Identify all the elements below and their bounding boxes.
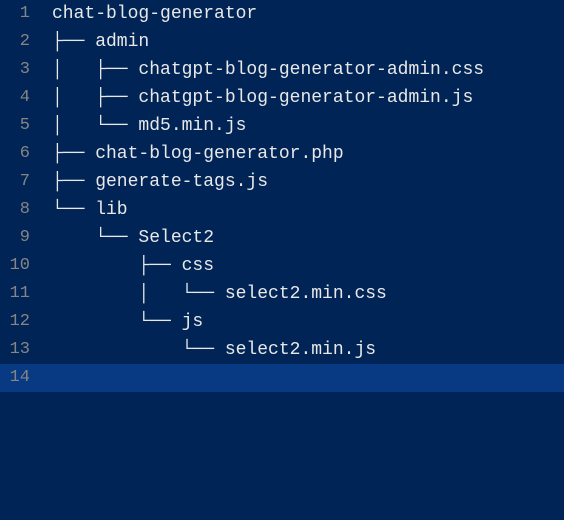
line-number: 7 <box>0 168 40 196</box>
code-line[interactable]: 11 │ └── select2.min.css <box>0 280 564 308</box>
line-number: 6 <box>0 140 40 168</box>
line-content: └── lib <box>40 196 128 224</box>
line-content: ├── admin <box>40 28 149 56</box>
line-number: 11 <box>0 280 40 308</box>
line-content: chat-blog-generator <box>40 0 257 28</box>
code-line[interactable]: 4 │ ├── chatgpt-blog-generator-admin.js <box>0 84 564 112</box>
code-editor[interactable]: 1 chat-blog-generator 2 ├── admin 3 │ ├─… <box>0 0 564 520</box>
line-content: │ ├── chatgpt-blog-generator-admin.css <box>40 56 484 84</box>
line-number: 13 <box>0 336 40 364</box>
line-content: ├── generate-tags.js <box>40 168 268 196</box>
code-line[interactable]: 6 ├── chat-blog-generator.php <box>0 140 564 168</box>
line-number: 2 <box>0 28 40 56</box>
code-line[interactable]: 7 ├── generate-tags.js <box>0 168 564 196</box>
line-content: └── js <box>40 308 203 336</box>
code-line[interactable]: 8 └── lib <box>0 196 564 224</box>
line-content: ├── chat-blog-generator.php <box>40 140 344 168</box>
code-line[interactable]: 13 └── select2.min.js <box>0 336 564 364</box>
code-line[interactable]: 1 chat-blog-generator <box>0 0 564 28</box>
line-content: └── Select2 <box>40 224 214 252</box>
line-number: 8 <box>0 196 40 224</box>
code-line[interactable]: 12 └── js <box>0 308 564 336</box>
code-line[interactable]: 10 ├── css <box>0 252 564 280</box>
line-number: 10 <box>0 252 40 280</box>
line-number: 1 <box>0 0 40 28</box>
line-number: 14 <box>0 364 40 392</box>
code-line[interactable]: 2 ├── admin <box>0 28 564 56</box>
line-content: │ └── select2.min.css <box>40 280 387 308</box>
line-number: 9 <box>0 224 40 252</box>
line-number: 5 <box>0 112 40 140</box>
code-line[interactable]: 3 │ ├── chatgpt-blog-generator-admin.css <box>0 56 564 84</box>
line-content: ├── css <box>40 252 214 280</box>
line-content: └── select2.min.js <box>40 336 376 364</box>
code-line[interactable]: 9 └── Select2 <box>0 224 564 252</box>
line-content: │ └── md5.min.js <box>40 112 246 140</box>
code-line[interactable]: 5 │ └── md5.min.js <box>0 112 564 140</box>
line-number: 3 <box>0 56 40 84</box>
line-number: 12 <box>0 308 40 336</box>
code-line-active[interactable]: 14 <box>0 364 564 392</box>
line-content: │ ├── chatgpt-blog-generator-admin.js <box>40 84 473 112</box>
line-number: 4 <box>0 84 40 112</box>
